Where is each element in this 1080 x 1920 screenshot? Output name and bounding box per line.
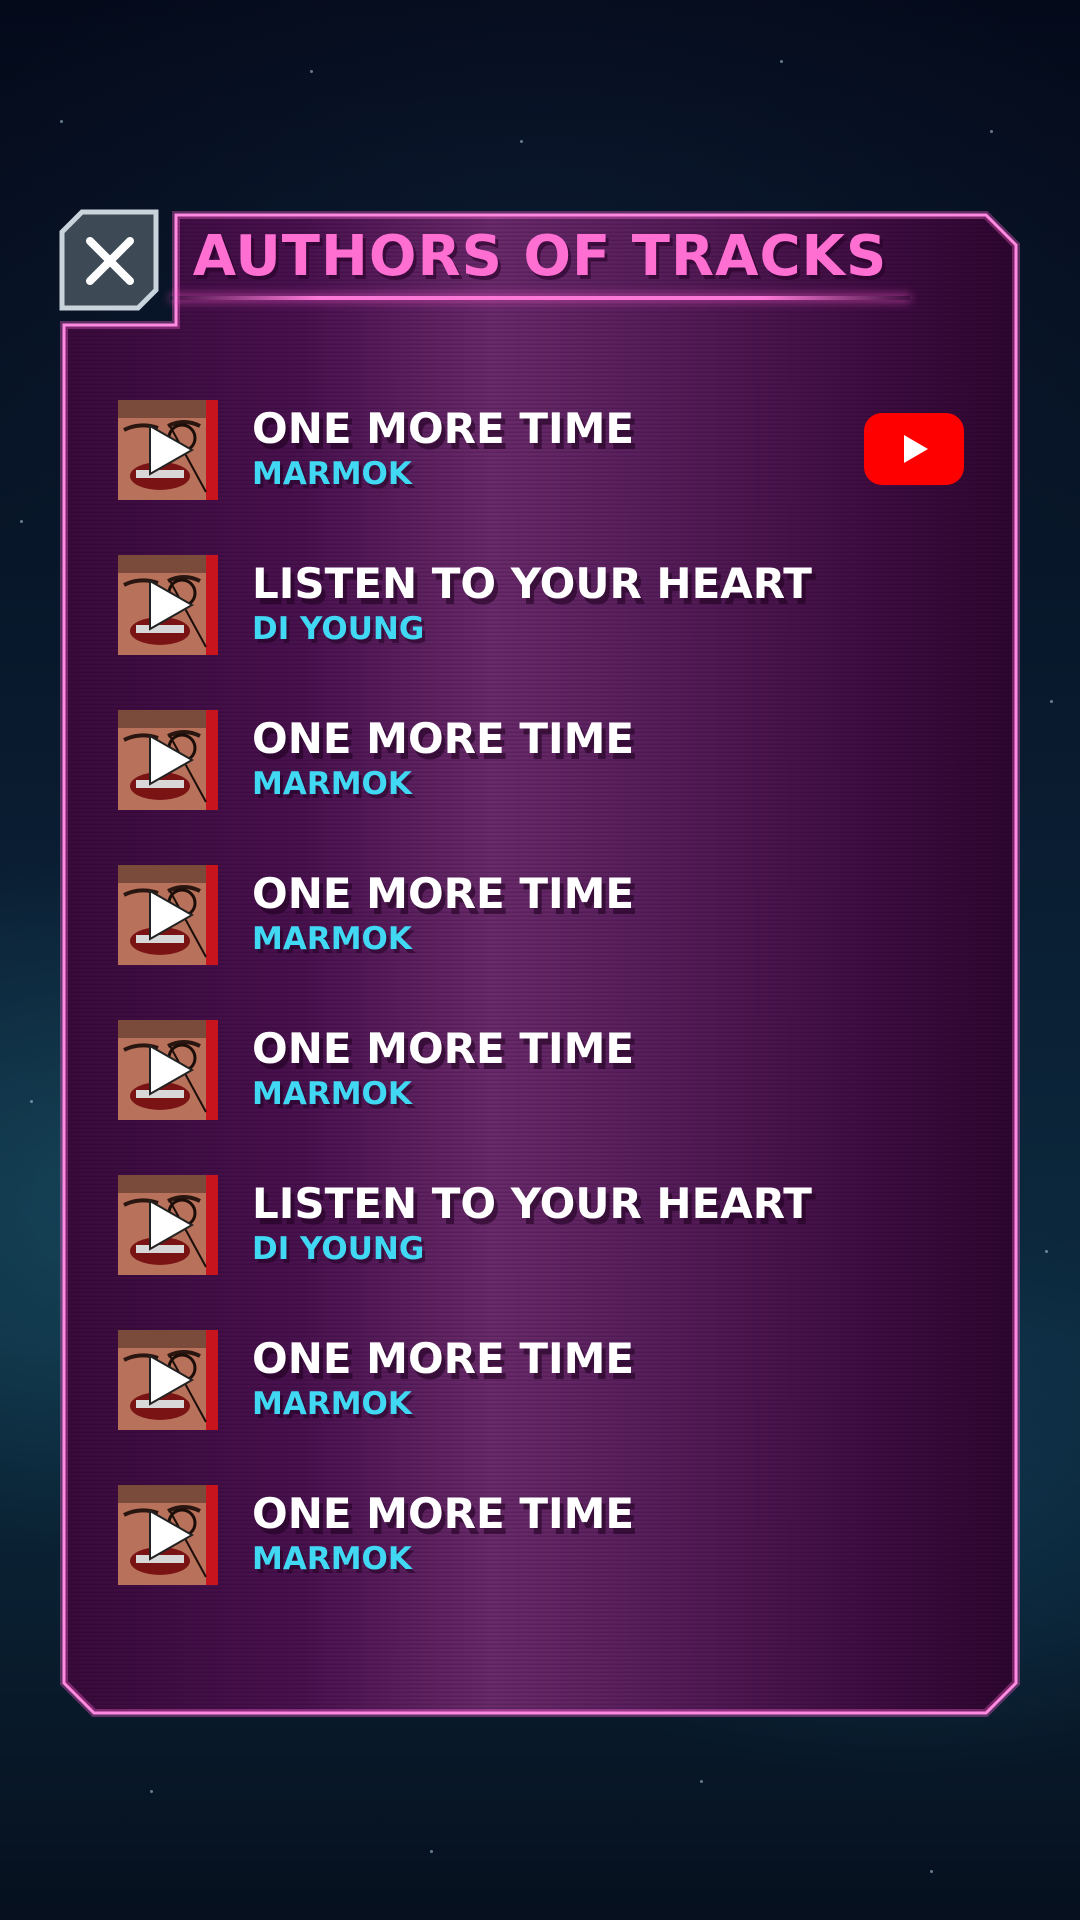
track-list: ONE MORE TIME MARMOK LISTEN TO YOUR HEAR… (118, 400, 968, 1640)
track-author: MARMOK (252, 456, 412, 492)
play-icon (149, 734, 195, 786)
track-thumbnail-play-button[interactable] (118, 1330, 218, 1430)
track-thumbnail-play-button[interactable] (118, 1020, 218, 1120)
star (1050, 700, 1053, 703)
star (930, 1870, 933, 1873)
track-title: ONE MORE TIME (252, 714, 635, 763)
track-title: ONE MORE TIME (252, 1024, 635, 1073)
youtube-button[interactable] (864, 413, 964, 485)
track-thumbnail-play-button[interactable] (118, 1485, 218, 1585)
play-icon (149, 1509, 195, 1561)
track-thumbnail-play-button[interactable] (118, 400, 218, 500)
close-icon (59, 209, 159, 311)
track-title: ONE MORE TIME (252, 869, 635, 918)
star (30, 1100, 33, 1103)
star (60, 120, 63, 123)
close-button[interactable] (58, 208, 160, 312)
play-icon (149, 1199, 195, 1251)
play-icon (149, 1044, 195, 1096)
track-row: LISTEN TO YOUR HEART DI YOUNG (118, 1175, 968, 1275)
track-row: ONE MORE TIME MARMOK (118, 1020, 968, 1120)
title-underline (170, 296, 910, 300)
star (990, 130, 993, 133)
track-thumbnail-play-button[interactable] (118, 865, 218, 965)
track-author: MARMOK (252, 1386, 412, 1422)
track-title: LISTEN TO YOUR HEART (252, 1179, 812, 1228)
star (700, 1780, 703, 1783)
star (150, 1790, 153, 1793)
track-row: ONE MORE TIME MARMOK (118, 400, 968, 500)
track-row: ONE MORE TIME MARMOK (118, 865, 968, 965)
star (430, 1850, 433, 1853)
track-row: ONE MORE TIME MARMOK (118, 1330, 968, 1430)
track-author: DI YOUNG (252, 1231, 425, 1267)
track-row: LISTEN TO YOUR HEART DI YOUNG (118, 555, 968, 655)
track-title: ONE MORE TIME (252, 1334, 635, 1383)
track-author: MARMOK (252, 766, 412, 802)
track-author: DI YOUNG (252, 611, 425, 647)
track-thumbnail-play-button[interactable] (118, 555, 218, 655)
track-author: MARMOK (252, 1541, 412, 1577)
track-row: ONE MORE TIME MARMOK (118, 1485, 968, 1585)
track-title: LISTEN TO YOUR HEART (252, 559, 812, 608)
panel-title: AUTHORS OF TRACKS (192, 224, 888, 289)
track-title: ONE MORE TIME (252, 1489, 635, 1538)
star (20, 520, 23, 523)
track-author: MARMOK (252, 921, 412, 957)
track-thumbnail-play-button[interactable] (118, 1175, 218, 1275)
star (780, 60, 783, 63)
star (1045, 1250, 1048, 1253)
play-icon (149, 889, 195, 941)
track-thumbnail-play-button[interactable] (118, 710, 218, 810)
track-title: ONE MORE TIME (252, 404, 635, 453)
play-icon (149, 579, 195, 631)
youtube-icon (864, 413, 964, 485)
track-row: ONE MORE TIME MARMOK (118, 710, 968, 810)
star (310, 70, 313, 73)
play-icon (149, 424, 195, 476)
star (520, 140, 523, 143)
track-author: MARMOK (252, 1076, 412, 1112)
play-icon (149, 1354, 195, 1406)
